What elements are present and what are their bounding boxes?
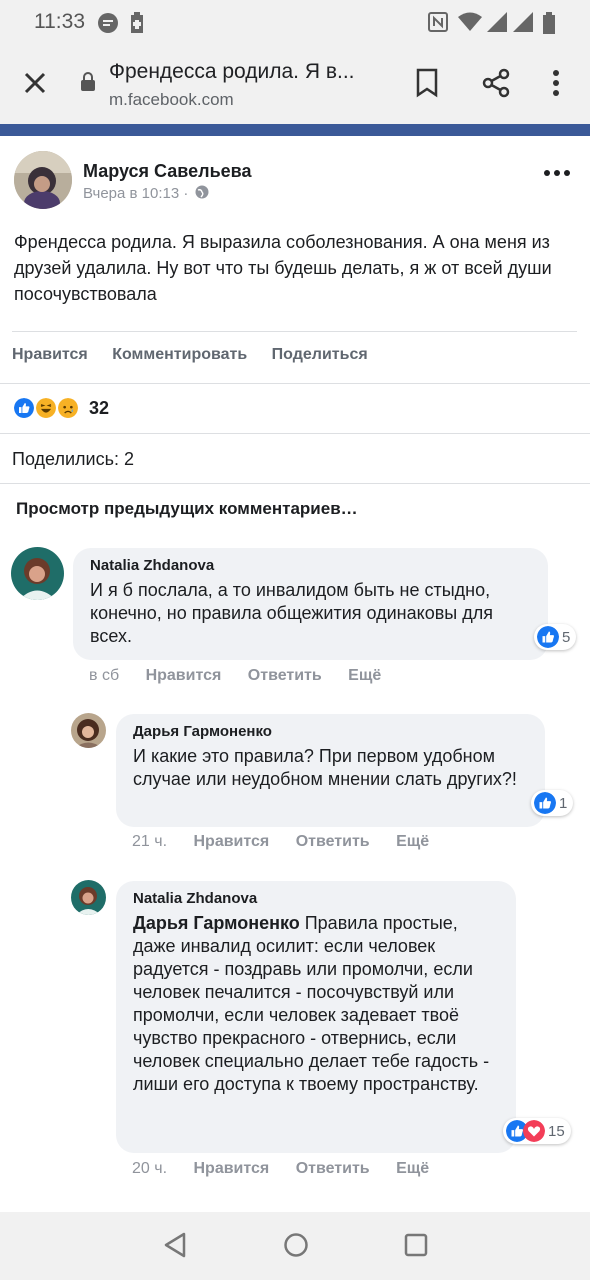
post-text: Френдесса родила. Я выразила соболезнова… [14,232,552,304]
comment-like-button[interactable]: Нравится [146,667,222,684]
more-vert-icon[interactable] [552,68,560,98]
comment-reaction-count: 1 [559,794,568,812]
comment-reaction-count: 15 [548,1122,565,1140]
sad-reaction-icon [56,396,80,420]
comment-reactions[interactable]: 15 [503,1118,571,1144]
bookmark-icon[interactable] [415,68,439,98]
comment-more-button[interactable]: Ещё [348,667,381,684]
comment-text: И я б послала, а то инвалидом быть не ст… [90,580,493,646]
share-icon[interactable] [481,68,511,98]
comment-bubble: Дарья Гармоненко И какие это правила? Пр… [116,714,545,827]
lock-icon [81,72,95,91]
facebook-header-stripe [0,124,590,136]
divider [0,383,590,384]
comment-reaction-count: 5 [562,628,571,646]
page-title: Френдесса родила. Я в... [109,60,355,83]
close-icon[interactable] [20,68,50,98]
comment-bubble: Natalia Zhdanova Дарья Гармоненко Правил… [116,881,516,1153]
comment-more-button[interactable]: Ещё [396,833,429,850]
divider [0,433,590,434]
battery-icon [543,12,555,34]
comment-bubble: Natalia Zhdanova И я б послала, а то инв… [73,548,548,660]
post-time[interactable]: Вчера в 10:13 · [83,185,209,202]
comment-button[interactable]: Комментировать [112,346,247,363]
browser-toolbar: Френдесса родила. Я в... m.facebook.com [0,46,590,124]
post-actions: Нравится Комментировать Поделиться [12,346,388,364]
commenter-avatar[interactable] [71,880,106,915]
comment-reactions[interactable]: 1 [531,790,574,816]
like-button[interactable]: Нравится [12,346,88,363]
comment-reply-button[interactable]: Ответить [296,833,370,850]
mention-link[interactable]: Дарья Гармоненко [133,913,300,933]
battery-saver-icon [131,12,143,33]
recents-icon[interactable] [404,1232,428,1258]
author-avatar[interactable] [14,151,72,209]
commenter-avatar[interactable] [11,547,64,600]
comment-time[interactable]: в сб [89,667,119,684]
comment-reactions[interactable]: 5 [534,624,577,650]
like-reaction-icon [12,396,36,420]
page-url: m.facebook.com [109,90,234,109]
comment-like-button[interactable]: Нравится [193,833,269,850]
comment-meta: 20 ч. Нравится Ответить Ещё [132,1160,451,1178]
comment-like-button[interactable]: Нравится [193,1160,269,1177]
commenter-name[interactable]: Natalia Zhdanova [133,889,500,909]
globe-icon [195,185,209,199]
message-icon [98,13,118,33]
comment-meta: в сб Нравится Ответить Ещё [89,667,403,685]
commenter-name[interactable]: Дарья Гармоненко [133,722,529,742]
reaction-count[interactable]: 32 [89,398,109,419]
nfc-icon [428,12,448,32]
divider [0,483,590,484]
comment-text: Дарья Гармоненко Правила простые, даже и… [133,912,500,1096]
signal-icon-2 [513,12,533,32]
comment-time[interactable]: 21 ч. [132,833,167,850]
like-reaction-icon [537,626,559,648]
home-icon[interactable] [283,1232,309,1258]
status-time: 11:33 [34,10,85,33]
view-previous-comments-link[interactable]: Просмотр предыдущих комментариев… [16,499,358,519]
share-count[interactable]: Поделились: 2 [12,449,134,470]
system-navigation-bar [0,1212,590,1280]
author-name[interactable]: Маруся Савельева [83,161,251,182]
comment-meta: 21 ч. Нравится Ответить Ещё [132,833,451,851]
wifi-icon [458,12,482,31]
haha-reaction-icon [34,396,58,420]
signal-icon [487,12,507,32]
comment-reply-button[interactable]: Ответить [248,667,322,684]
share-button[interactable]: Поделиться [272,346,368,363]
divider [12,331,577,332]
comment-body: Правила простые, даже инвалид осилит: ес… [133,913,490,1094]
love-reaction-icon [523,1120,545,1142]
like-reaction-icon [534,792,556,814]
commenter-avatar[interactable] [71,713,106,748]
status-bar: 11:33 [0,0,590,46]
back-icon[interactable] [163,1232,187,1258]
comment-text: И какие это правила? При первом удобном … [133,746,517,789]
comment-time[interactable]: 20 ч. [132,1160,167,1177]
post-options-icon[interactable] [543,168,571,178]
commenter-name[interactable]: Natalia Zhdanova [90,556,532,576]
comment-more-button[interactable]: Ещё [396,1160,429,1177]
comment-reply-button[interactable]: Ответить [296,1160,370,1177]
